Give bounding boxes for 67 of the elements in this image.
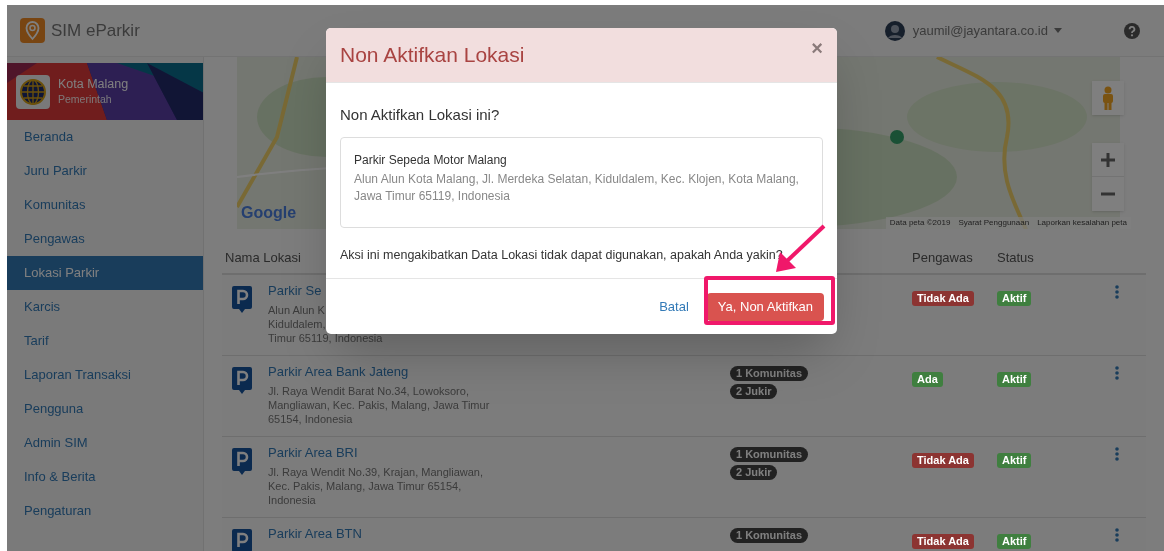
location-name: Parkir Sepeda Motor Malang: [354, 151, 508, 169]
map-attribution: Data peta ©2019: [889, 217, 951, 229]
status-label: Aktif: [997, 534, 1032, 549]
supervisor-label: Tidak Ada: [912, 291, 974, 306]
count-pill: 2 Jukir: [730, 465, 778, 480]
sidebar-item[interactable]: Laporan Transaksi: [7, 358, 203, 392]
parking-icon: [232, 448, 252, 475]
column-header: Nama Lokasi: [225, 250, 301, 266]
sidebar-item[interactable]: Lokasi Parkir: [7, 256, 203, 290]
kebab-icon: [1115, 447, 1119, 461]
location-address: Jl. Raya Wendit Barat No.34, Lowoksoro, Mangliawan, Kec. Pakis, Malang, Jawa Timur 65154, Indonesia: [268, 384, 490, 426]
user-menu[interactable]: yaumil@jayantara.co.id: [912, 20, 1062, 41]
sidebar-item[interactable]: Pengguna: [7, 392, 203, 426]
confirm-button[interactable]: Ya, Non Aktifkan: [706, 292, 824, 321]
sidebar-item[interactable]: Info & Berita: [7, 460, 203, 494]
close-button[interactable]: ×: [811, 38, 823, 58]
sidebar-item[interactable]: Pengawas: [7, 222, 203, 256]
parking-icon: [232, 286, 252, 313]
avatar-icon: [884, 20, 905, 41]
dialog-question: Non Aktifkan Lokasi ini?: [340, 105, 501, 125]
kebab-icon: [1115, 528, 1119, 542]
sidebar-item[interactable]: Beranda: [7, 120, 203, 154]
count-pill: 1 Komunitas: [730, 528, 808, 543]
emblem-icon: [16, 74, 50, 109]
status-label: Aktif: [997, 372, 1032, 387]
sidebar-item[interactable]: Pengaturan: [7, 494, 203, 528]
supervisor-label: Tidak Ada: [912, 453, 974, 468]
parking-icon: [232, 367, 252, 394]
app-title: SIM eParkir: [51, 19, 140, 42]
more-button[interactable]: [1114, 285, 1120, 299]
map-logo: Google: [241, 203, 297, 223]
status-label: Aktif: [997, 453, 1032, 468]
location-address: Alun Alun K Kiduldalem, Timur 65119, Indonesia: [268, 303, 383, 345]
sidebar-item[interactable]: Karcis: [7, 290, 203, 324]
column-header: Pengawas: [912, 250, 973, 266]
dialog-title: Non Aktifkan Lokasi: [340, 42, 525, 69]
location-address: Alun Alun Kota Malang, Jl. Merdeka Selatan, Kiduldalem, Kec. Klojen, Kota Malang, Jawa Timur 65119, Indonesia: [354, 170, 800, 205]
pegman-button[interactable]: [1092, 81, 1124, 115]
logo-icon: [20, 18, 45, 43]
help-icon[interactable]: [1124, 22, 1140, 39]
location-link[interactable]: Parkir Area BRI: [268, 444, 483, 462]
cancel-link[interactable]: Batal: [659, 297, 689, 317]
supervisor-label: Ada: [912, 372, 943, 387]
location-link[interactable]: Parkir Area BTN: [268, 525, 362, 543]
more-button[interactable]: [1114, 366, 1120, 380]
kebab-icon: [1115, 285, 1119, 299]
plus-icon: [1101, 152, 1115, 167]
sidebar-item[interactable]: Tarif: [7, 324, 203, 358]
minus-icon: [1101, 192, 1115, 196]
sidebar-item[interactable]: Juru Parkir: [7, 154, 203, 188]
more-button[interactable]: [1114, 528, 1120, 542]
column-header: Status: [997, 250, 1034, 266]
kebab-icon: [1115, 366, 1119, 380]
caret-icon: [1054, 28, 1062, 33]
status-label: Aktif: [997, 291, 1032, 306]
more-button[interactable]: [1114, 447, 1120, 461]
person-icon: [1101, 86, 1115, 110]
sidebar-item[interactable]: Admin SIM: [7, 426, 203, 460]
location-address: Jl. Raya Wendit No.39, Krajan, Mangliawan, Kec. Pakis, Malang, Jawa Timur 65154, Indonesia: [268, 465, 483, 507]
count-pill: 2 Jukir: [730, 384, 778, 399]
map-link[interactable]: Syarat Penggunaan: [958, 217, 1030, 229]
count-pill: 1 Komunitas: [730, 366, 808, 381]
sidebar-item[interactable]: Komunitas: [7, 188, 203, 222]
supervisor-label: Tidak Ada: [912, 534, 974, 549]
map-link[interactable]: Laporkan kesalahan peta: [1037, 217, 1127, 229]
count-pill: 1 Komunitas: [730, 447, 808, 462]
location-link[interactable]: Parkir Area Bank Jateng: [268, 363, 490, 381]
